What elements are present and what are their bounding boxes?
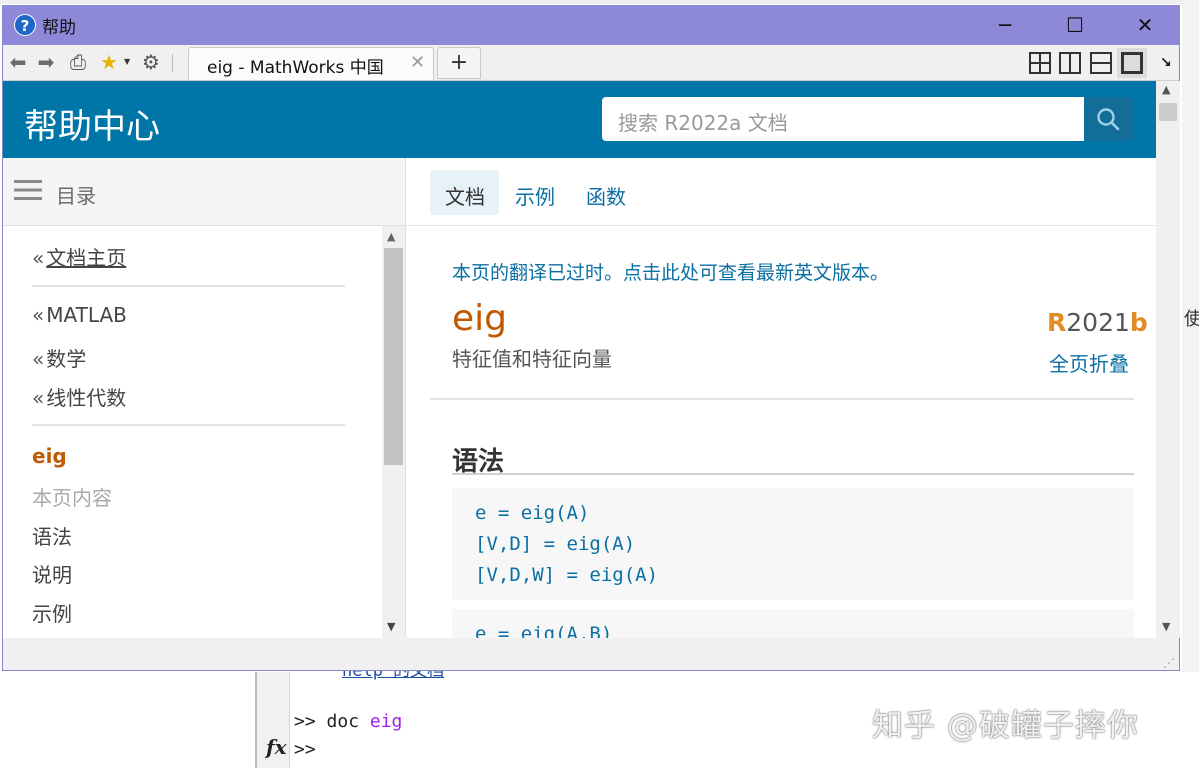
nav-section-examples[interactable]: 示例 [32, 598, 72, 627]
toolbar-separator [172, 54, 173, 72]
watermark: 知乎 @破罐子摔你 [872, 708, 1139, 744]
search-input[interactable]: 搜索 R2022a 文档 [618, 107, 788, 136]
tab-documentation-label[interactable]: 文档 [445, 181, 485, 210]
divider [430, 398, 1134, 400]
help-question-icon: ? [14, 14, 36, 36]
scroll-up-icon[interactable]: ▲ [1162, 83, 1170, 96]
command-history-line: >> doc eig [294, 711, 402, 732]
minimize-button[interactable]: ─ [970, 5, 1040, 45]
nav-breadcrumb-matlab[interactable]: «MATLAB [32, 303, 127, 327]
layout-single-icon[interactable] [1121, 52, 1143, 74]
laquo-icon: « [32, 303, 45, 327]
release-suffix: b [1129, 308, 1148, 337]
hamburger-menu-icon[interactable] [14, 179, 42, 201]
command-prompt: >> [294, 711, 327, 732]
forward-arrow-icon[interactable]: ➡ [34, 50, 58, 74]
syntax-line[interactable]: [V,D] = eig(A) [475, 533, 635, 555]
layout-grid-icon[interactable] [1029, 52, 1051, 74]
page-subtitle: 特征值和特征向量 [452, 347, 612, 371]
syntax-line[interactable]: e = eig(A) [475, 502, 589, 524]
close-button[interactable]: ✕ [1110, 5, 1180, 45]
laquo-icon: « [32, 246, 45, 270]
background-text-fragment: 使 [1184, 309, 1199, 330]
sidebar-scrollbar-thumb[interactable] [384, 248, 403, 465]
command-prompt-input[interactable]: >> [294, 739, 316, 760]
page-scrollbar-thumb[interactable] [1159, 103, 1177, 121]
command-argument: eig [369, 711, 403, 732]
nav-breadcrumb-label[interactable]: 数学 [46, 347, 86, 371]
toc-label[interactable]: 目录 [56, 180, 96, 209]
nav-breadcrumb-linear-algebra[interactable]: «线性代数 [32, 382, 126, 411]
layout-columns-icon[interactable] [1059, 52, 1081, 74]
undock-arrow-icon[interactable]: ↘ [1160, 55, 1172, 71]
back-arrow-icon[interactable]: ⬅ [6, 50, 30, 74]
workspace-panel [0, 672, 257, 768]
divider [32, 424, 345, 426]
scroll-up-icon[interactable]: ▲ [387, 230, 395, 243]
maximize-button[interactable]: ☐ [1040, 5, 1110, 45]
favorites-star-icon[interactable]: ★ [97, 50, 121, 74]
divider [452, 473, 1134, 475]
scroll-down-icon[interactable]: ▼ [1162, 620, 1170, 633]
resize-grip-icon[interactable]: ⋰ [1163, 656, 1175, 670]
favorites-dropdown-icon[interactable]: ▼ [124, 57, 130, 66]
layout-rows-icon[interactable] [1090, 52, 1112, 74]
browser-toolbar [3, 45, 1179, 81]
divider [32, 285, 345, 287]
nav-breadcrumb-math[interactable]: «数学 [32, 343, 86, 372]
laquo-icon: « [32, 347, 45, 371]
page-title: eig [452, 298, 508, 339]
tab-examples[interactable]: 示例 [515, 181, 555, 210]
nav-breadcrumb-label[interactable]: 线性代数 [46, 386, 126, 410]
scroll-down-icon[interactable]: ▼ [387, 620, 395, 633]
browser-tab-label[interactable]: eig - MathWorks 中国 [207, 53, 384, 78]
tab-functions[interactable]: 函数 [586, 181, 626, 210]
new-tab-button[interactable]: + [437, 47, 481, 79]
syntax-line[interactable]: [V,D,W] = eig(A) [475, 564, 658, 586]
collapse-all-link[interactable]: 全页折叠 [1049, 348, 1129, 377]
search-icon[interactable] [1095, 106, 1121, 132]
window-title: 帮助 [42, 18, 76, 38]
release-badge: R2021b [1047, 308, 1148, 337]
laquo-icon: « [32, 386, 45, 410]
tab-close-icon[interactable]: ✕ [410, 52, 425, 73]
command-text: doc [326, 711, 370, 732]
nav-current-page[interactable]: eig [32, 444, 67, 468]
translation-outdated-link[interactable]: 本页的翻译已过时。点击此处可查看最新英文版本。 [452, 258, 889, 285]
nav-doc-home-label[interactable]: 文档主页 [46, 246, 126, 270]
nav-section-syntax[interactable]: 语法 [32, 521, 72, 550]
on-this-page-heading: 本页内容 [32, 486, 112, 510]
print-icon[interactable]: ⎙ [66, 50, 90, 74]
nav-doc-home[interactable]: «文档主页 [32, 242, 126, 271]
release-year: 2021 [1066, 308, 1130, 337]
nav-section-description[interactable]: 说明 [32, 559, 72, 588]
nav-breadcrumb-label[interactable]: MATLAB [46, 303, 127, 327]
matlab-background-top [0, 0, 1199, 4]
divider [406, 225, 1156, 226]
page-scrollbar[interactable] [1156, 81, 1180, 638]
divider [3, 225, 405, 226]
help-center-title[interactable]: 帮助中心 [24, 99, 160, 148]
matlab-background-right [1182, 0, 1199, 768]
fx-icon[interactable]: fx [266, 735, 287, 759]
release-prefix: R [1047, 308, 1067, 337]
status-bar [3, 638, 1179, 670]
gear-icon[interactable]: ⚙ [139, 50, 163, 74]
